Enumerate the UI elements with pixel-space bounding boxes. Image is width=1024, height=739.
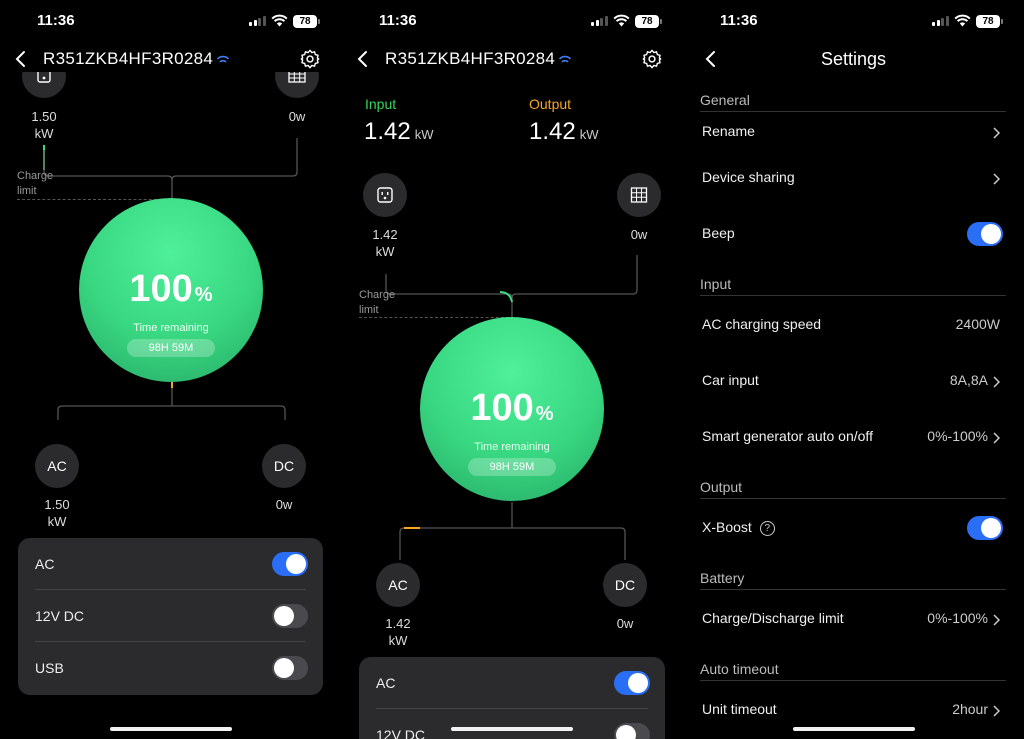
time-remaining-value: 98H 59M: [127, 339, 215, 357]
toggle-row-12v-dc: 12V DC: [376, 709, 650, 739]
toggle-row-usb: USB: [35, 642, 308, 694]
time-remaining-label: Time remaining: [474, 441, 550, 453]
battery-indicator: 78: [293, 15, 320, 28]
page-title: Settings: [820, 49, 887, 69]
12v-dc-toggle[interactable]: [614, 723, 650, 739]
settings-screen: 11:36 78 Settings General Rename Device …: [683, 0, 1024, 739]
section-input: Input: [700, 276, 732, 292]
solar-panel-icon: [617, 173, 661, 217]
device-name: R351ZKB4HF3R0284: [43, 49, 214, 68]
x-boost-row: X-Boost?: [702, 516, 1003, 543]
ac-outlet-icon: [363, 173, 407, 217]
status-bar: 11:36 78: [342, 0, 682, 44]
gear-icon[interactable]: [641, 48, 663, 70]
section-output: Output: [700, 479, 743, 495]
home-indicator: [793, 727, 915, 731]
section-general: General: [700, 92, 750, 108]
usb-toggle[interactable]: [272, 656, 308, 680]
time-remaining-value: 98H 59M: [468, 458, 556, 476]
chevron-right-icon: [993, 432, 1000, 444]
status-time: 11:36: [720, 12, 758, 29]
battery-indicator: 78: [635, 15, 662, 28]
ac-output-value: 1.50 kW: [44, 497, 70, 529]
ac-toggle[interactable]: [272, 552, 308, 576]
smart-generator-row[interactable]: Smart generator auto on/off 0%-100%: [702, 428, 1000, 452]
status-time: 11:36: [379, 12, 417, 29]
car-input-row[interactable]: Car input 8A,8A: [702, 372, 1000, 396]
device-screen: 11:36 78 R351ZKB4HF3R0284 Input Output 1…: [342, 0, 682, 739]
ac-output-icon: AC: [376, 563, 420, 607]
bluetooth-signal-icon: [558, 55, 572, 63]
input-total: 1.42 kW: [364, 118, 434, 145]
toggle-row-ac: AC: [35, 538, 308, 590]
cellular-signal-icon: [591, 16, 608, 26]
dc-output-value: 0w: [275, 497, 293, 512]
battery-percent: 100%: [470, 387, 554, 429]
bluetooth-signal-icon: [216, 55, 230, 63]
battery-level-circle: 100% Time remaining 98H 59M: [420, 317, 604, 501]
dc-output-icon: DC: [262, 444, 306, 488]
section-battery: Battery: [700, 570, 745, 586]
home-indicator: [110, 727, 232, 731]
x-boost-toggle[interactable]: [967, 516, 1003, 540]
rename-row[interactable]: Rename: [702, 123, 1000, 147]
unit-timeout-row[interactable]: Unit timeout 2hour: [702, 701, 1000, 725]
home-indicator: [451, 727, 573, 731]
ac-output-icon: AC: [35, 444, 79, 488]
dc-output-value: 0w: [616, 616, 634, 631]
help-circle-icon[interactable]: ?: [759, 521, 775, 536]
cellular-signal-icon: [932, 16, 949, 26]
output-label: Output: [529, 96, 572, 112]
wifi-icon: [613, 14, 630, 27]
back-chevron-icon[interactable]: [354, 50, 372, 68]
chevron-right-icon: [993, 127, 1000, 139]
device-name: R351ZKB4HF3R0284: [385, 49, 556, 68]
ac-toggle[interactable]: [614, 671, 650, 695]
battery-percent: 100%: [129, 268, 213, 310]
charge-limit-label: Charge limit: [17, 170, 54, 197]
output-toggle-card: AC 12V DC USB: [18, 538, 323, 695]
status-bar: 11:36 78: [0, 0, 341, 44]
12v-dc-toggle[interactable]: [272, 604, 308, 628]
status-time: 11:36: [37, 12, 75, 29]
nav-bar-overlay: R351ZKB4HF3R0284: [0, 44, 341, 76]
back-chevron-icon[interactable]: [12, 50, 30, 68]
gear-icon[interactable]: [299, 48, 321, 70]
device-sharing-row[interactable]: Device sharing: [702, 169, 1000, 193]
toggle-row-ac: AC: [376, 657, 650, 709]
battery-level-circle: 100% Time remaining 98H 59M: [79, 198, 263, 382]
wifi-icon: [954, 14, 971, 27]
charge-limit-label: Charge limit: [359, 289, 396, 316]
cellular-signal-icon: [249, 16, 266, 26]
wifi-icon: [271, 14, 288, 27]
time-remaining-label: Time remaining: [133, 322, 209, 334]
charge-discharge-limit-row[interactable]: Charge/Discharge limit 0%-100%: [702, 610, 1000, 634]
battery-indicator: 78: [976, 15, 1003, 28]
beep-row: Beep: [702, 222, 1003, 249]
dc-output-icon: DC: [603, 563, 647, 607]
nav-bar: R351ZKB4HF3R0284: [342, 44, 682, 76]
ac-output-value: 1.42 kW: [385, 616, 411, 648]
chevron-right-icon: [993, 614, 1000, 626]
beep-toggle[interactable]: [967, 222, 1003, 246]
input-label: Input: [365, 96, 397, 112]
ac-charging-speed-row[interactable]: AC charging speed 2400W: [702, 316, 1000, 340]
chevron-right-icon: [993, 173, 1000, 185]
toggle-row-12v-dc: 12V DC: [35, 590, 308, 642]
chevron-right-icon: [993, 705, 1000, 717]
solar-power-value: 0w: [630, 227, 648, 242]
output-total: 1.42 kW: [529, 118, 599, 145]
section-auto-timeout: Auto timeout: [700, 661, 779, 677]
device-screen-scrolled: 11:36 78 R351ZKB4HF3R0284 R351ZKB4HF3: [0, 0, 341, 739]
chevron-right-icon: [993, 376, 1000, 388]
solar-power-value: 0w: [288, 109, 306, 124]
status-bar: 11:36 78: [683, 0, 1024, 44]
